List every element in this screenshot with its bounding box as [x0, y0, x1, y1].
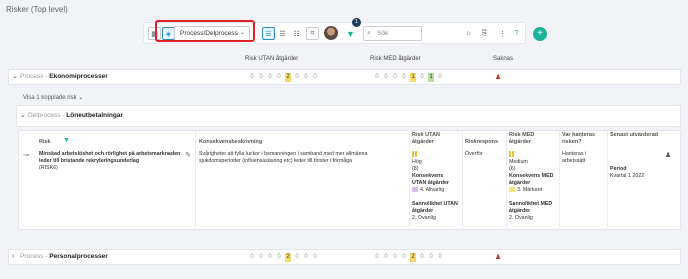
avatar[interactable]: [324, 26, 338, 40]
add-button[interactable]: +: [533, 27, 547, 41]
header-with: Risk MED åtgärder: [509, 132, 535, 145]
header-handled: Var hanteras risken?: [562, 132, 596, 145]
list-view-icon[interactable]: ☰: [262, 27, 275, 40]
counts-without: 00002000: [250, 73, 317, 82]
chevron-down-icon: ⌄: [78, 95, 84, 101]
period-label: Period: [610, 166, 627, 172]
group-label: Delprocess - Löneutbetalningar: [28, 112, 123, 119]
without-cons-value: 4. Allvarlig: [412, 187, 444, 194]
without-score: (8): [412, 166, 419, 172]
search-placeholder: Sök: [377, 30, 389, 37]
without-cons-label: Konsekvens UTAN åtgärder: [412, 173, 449, 186]
counts-with: 00001010: [375, 73, 442, 82]
with-cons-value: 3. Märkant: [509, 187, 542, 194]
user-icon[interactable]: ♟: [665, 151, 671, 159]
counts-with: 00002000: [375, 253, 442, 262]
group-row-ekonomiprocesser[interactable]: ⌄ Process - Ekonomiprocesser 00002000 00…: [8, 69, 681, 85]
linked-risk-toggle[interactable]: Visa 1 kopplade risk ⌄: [23, 94, 83, 101]
with-prob-value: 2. Ovanlig: [509, 215, 533, 221]
header-response: Riskrespons: [465, 139, 499, 145]
compact-list-icon[interactable]: ☰: [276, 27, 289, 40]
more-icon[interactable]: ⋮: [496, 27, 509, 40]
edit-icon[interactable]: ✎: [185, 151, 191, 159]
with-cons-label: Konsekvens MED åtgärder: [509, 173, 554, 186]
risk-id: (RISK6): [39, 165, 58, 171]
without-level: Hög: [412, 159, 422, 165]
response-value: Överför: [465, 151, 483, 157]
header-updated: Senast utvärderad: [610, 132, 658, 138]
highlight-box: [155, 20, 255, 42]
detail-list-icon[interactable]: ☷: [290, 27, 303, 40]
risk-title[interactable]: Minskad arbetslöshet och rörlighet på ar…: [39, 151, 184, 165]
counts-without: 00002000: [250, 253, 317, 262]
filter-count-badge: 1: [352, 18, 361, 27]
group-row-loneutbetalningar[interactable]: ⌄ Delprocess - Löneutbetalningar: [16, 105, 681, 127]
group-label: Process - Ekonomiprocesser: [20, 73, 108, 80]
col-without: Risk UTAN åtgärder: [245, 56, 299, 62]
without-prob-value: 2. Ovanlig: [412, 215, 436, 221]
col-missing: Saknas: [493, 56, 514, 62]
search-icon: ⌕: [367, 30, 371, 37]
without-prob-label: Sannolikhet UTAN åtgärder: [412, 201, 458, 214]
risk-detail-table: Risk ▼ Konsekvensbeskrivning Risk UTAN å…: [18, 130, 681, 231]
with-score: (6): [509, 166, 516, 172]
with-level: Medium: [509, 159, 528, 165]
filter-icon[interactable]: ▼: [344, 27, 357, 40]
page-title: Risker (Top level): [6, 5, 68, 14]
header-desc: Konsekvensbeskrivning: [199, 139, 263, 145]
search-input[interactable]: ⌕ Sök: [363, 26, 422, 41]
group-label: Process - Personalprocesser: [20, 253, 108, 260]
export-icon[interactable]: ⎘: [478, 27, 491, 40]
user-missing-icon[interactable]: ♟: [495, 253, 501, 261]
home-icon[interactable]: ⌂: [462, 27, 475, 40]
chevron-down-icon[interactable]: ⌄: [20, 106, 26, 126]
help-icon[interactable]: ?: [510, 27, 523, 40]
with-prob-label: Sannolikhet MED åtgärder: [509, 201, 553, 214]
chevron-down-icon[interactable]: ⌄: [12, 70, 18, 84]
group-row-personalprocesser[interactable]: › Process - Personalprocesser 00002000 0…: [8, 249, 681, 265]
user-missing-icon[interactable]: ♟: [495, 73, 501, 81]
filter-icon[interactable]: ▼: [63, 137, 70, 144]
chevron-right-icon[interactable]: ›: [12, 250, 14, 264]
col-with: Risk MED åtgärder: [370, 56, 421, 62]
period-value: Kvartal 1 2022: [610, 173, 645, 179]
expand-icon[interactable]: ↝: [23, 151, 29, 159]
header-without: Risk UTAN åtgärder: [412, 132, 441, 145]
risk-description: Svårigheter att fylla luckor i bemanning…: [199, 151, 368, 164]
header-risk: Risk: [39, 139, 51, 145]
handled-value: Hanteras i arbetssätt: [562, 151, 587, 164]
chart-icon[interactable]: ⌗: [306, 27, 319, 40]
